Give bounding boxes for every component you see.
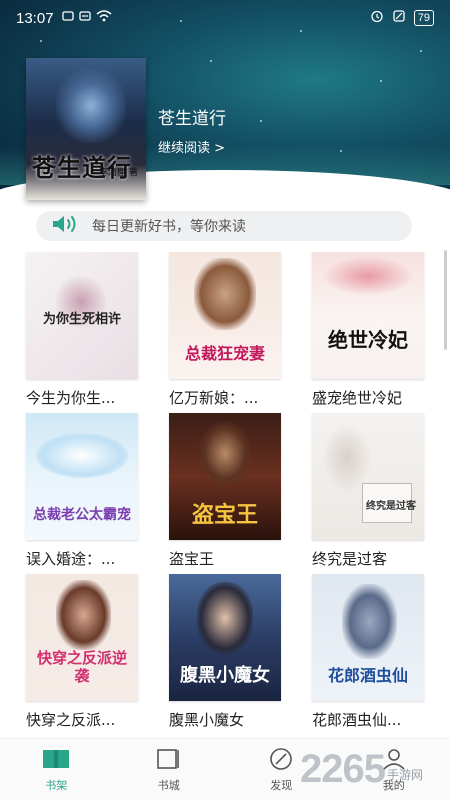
book-title: 误入婚途：... <box>26 550 116 568</box>
book-item[interactable]: 总裁老公太霸宠 误入婚途：... <box>26 413 146 569</box>
book-cover-title: 快穿之反派逆袭 <box>36 649 127 685</box>
book-cover: 总裁老公太霸宠 <box>26 413 138 540</box>
tab-profile[interactable]: 我的 <box>338 739 450 800</box>
announcement-text: 每日更新好书，等你来读 <box>92 219 246 235</box>
continue-reading-label: 继续阅读 > <box>158 141 226 156</box>
wifi-icon <box>96 10 112 26</box>
book-title: 亿万新娘：... <box>169 389 259 407</box>
featured-book-title[interactable]: 苍生道行 <box>158 104 226 129</box>
book-item[interactable]: 终究是过客 终究是过客 <box>312 413 432 569</box>
tab-bookstore-label: 书城 <box>157 778 180 792</box>
book-item[interactable]: 总裁狂宠妻 亿万新娘：... <box>169 252 289 408</box>
book-cover: 为你生死相许 <box>26 252 138 379</box>
speaker-icon <box>50 213 80 239</box>
cover-art <box>56 68 126 143</box>
book-cover-title: 盗宝王 <box>191 502 258 528</box>
book-item[interactable]: 绝世冷妃 盛宠绝世冷妃 <box>312 252 432 408</box>
silent-icon <box>392 9 406 27</box>
book-title: 今生为你生... <box>26 389 116 407</box>
book-title: 快穿之反派... <box>26 711 116 729</box>
book-item[interactable]: 花郎酒虫仙 花郎酒虫仙... <box>312 574 432 730</box>
battery-indicator: 79 <box>413 10 434 26</box>
featured-book-cover[interactable]: 苍生道行 李清厘 著 <box>26 58 146 200</box>
tab-profile-label: 我的 <box>382 778 405 792</box>
compass-icon <box>266 747 296 774</box>
book-cover-title: 花郎酒虫仙 <box>327 666 408 685</box>
book-cover-title: 总裁狂宠妻 <box>184 344 265 363</box>
message-icon <box>78 10 91 26</box>
book-item[interactable]: 腹黑小魔女 腹黑小魔女 <box>169 574 289 730</box>
book-title: 盗宝王 <box>169 550 215 568</box>
book-cover: 腹黑小魔女 <box>169 574 281 701</box>
book-cover-title: 终究是过客 <box>366 501 416 512</box>
book-title: 终究是过客 <box>312 550 388 568</box>
book-cover-title: 腹黑小魔女 <box>180 665 270 686</box>
book-title: 腹黑小魔女 <box>169 711 245 729</box>
book-cover-title: 为你生死相许 <box>42 312 121 327</box>
tab-bookshelf[interactable]: 书架 <box>0 739 113 800</box>
book-cover: 总裁狂宠妻 <box>169 252 281 379</box>
book-title: 盛宠绝世冷妃 <box>312 389 403 407</box>
alarm-icon <box>370 9 384 27</box>
book-cover: 绝世冷妃 <box>312 252 424 379</box>
scrollbar[interactable] <box>444 250 447 350</box>
status-bar: 13:07 79 <box>0 0 450 36</box>
book-cover-title: 绝世冷妃 <box>328 328 408 352</box>
featured-cover-author: 李清厘 著 <box>99 168 138 178</box>
book-title: 花郎酒虫仙... <box>312 711 402 729</box>
book-cover-title: 总裁老公太霸宠 <box>33 507 131 523</box>
book-cover: 花郎酒虫仙 <box>312 574 424 701</box>
tab-discover[interactable]: 发现 <box>225 739 338 800</box>
status-time: 13:07 <box>16 9 54 27</box>
bookstore-icon <box>154 747 184 774</box>
book-cover: 终究是过客 <box>312 413 424 540</box>
book-item[interactable]: 快穿之反派逆袭 快穿之反派... <box>26 574 146 730</box>
book-cover: 盗宝王 <box>169 413 281 540</box>
bottom-navigation: 书架 书城 发现 我的 <box>0 738 450 800</box>
tab-bookshelf-label: 书架 <box>45 778 68 792</box>
book-item[interactable]: 为你生死相许 今生为你生... <box>26 252 146 408</box>
user-icon <box>379 747 409 774</box>
book-open-icon <box>41 747 71 774</box>
book-cover: 快穿之反派逆袭 <box>26 574 138 701</box>
notification-icon <box>61 10 74 26</box>
tab-discover-label: 发现 <box>270 778 293 792</box>
announcement-bar[interactable]: 每日更新好书，等你来读 <box>36 211 412 241</box>
tab-bookstore[interactable]: 书城 <box>113 739 226 800</box>
continue-reading-button[interactable]: 继续阅读 > <box>158 137 225 156</box>
book-item[interactable]: 盗宝王 盗宝王 <box>169 413 289 569</box>
